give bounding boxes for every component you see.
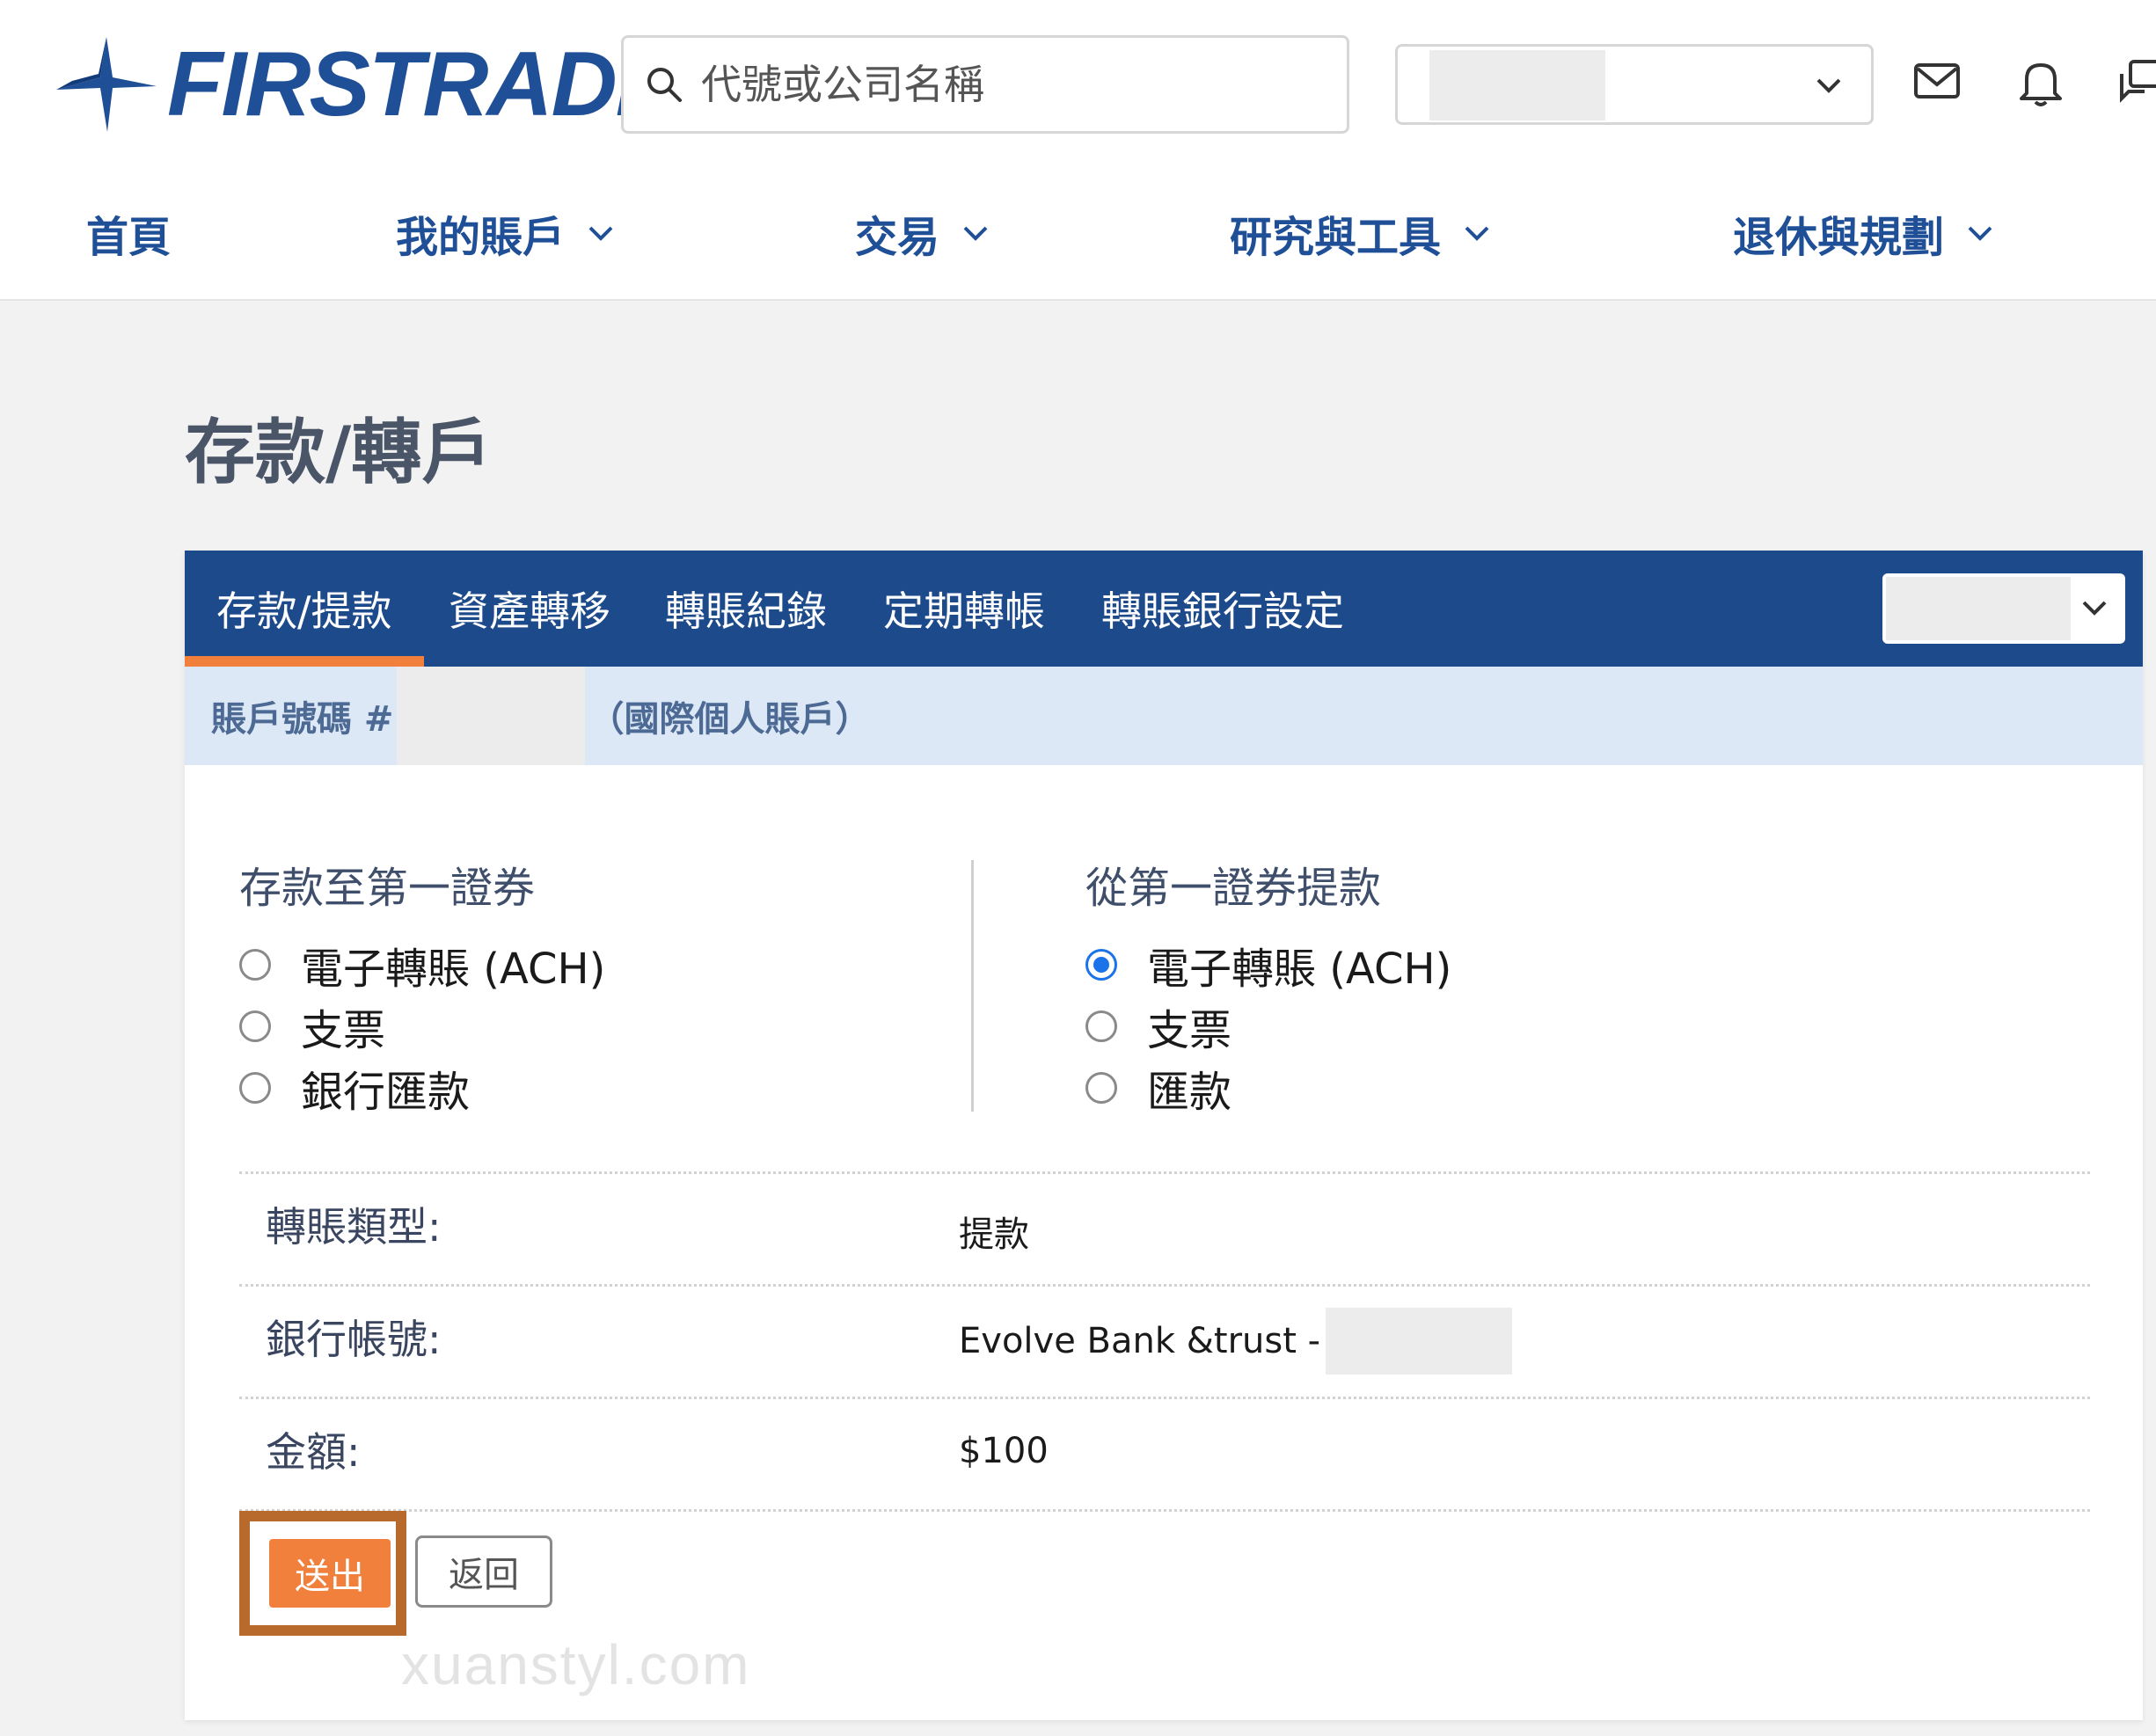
tab-bar: 存款/提款 資產轉移 轉賬紀錄 定期轉帳 轉賬銀行設定 (185, 551, 2143, 667)
chevron-down-icon (1816, 78, 1841, 93)
detail-row-transfer-type: 轉賬類型: 提款 (239, 1171, 2090, 1287)
radio-button[interactable] (239, 949, 271, 981)
tab-label: 資產轉移 (449, 587, 610, 635)
radio-button[interactable] (239, 1010, 271, 1042)
column-divider (971, 860, 974, 1112)
bank-name: Evolve Bank &trust - (959, 1321, 1321, 1361)
detail-row-amount: 金額: $100 (239, 1397, 2090, 1512)
radio-button[interactable] (1085, 1072, 1117, 1104)
nav-item-research-tools[interactable]: 研究與工具 (1230, 202, 1492, 264)
nav-item-home[interactable]: 首頁 (86, 202, 171, 264)
detail-divider (239, 1509, 2090, 1512)
account-select-redacted (1429, 50, 1605, 120)
tab-recurring-transfer[interactable]: 定期轉帳 (883, 551, 1045, 667)
deposit-option-check[interactable]: 支票 (239, 996, 385, 1057)
mail-icon[interactable] (1912, 56, 1962, 106)
radio-label: 匯款 (1147, 1068, 1232, 1117)
deposit-title: 存款至第一證券 (239, 864, 536, 913)
detail-value: Evolve Bank &trust - (959, 1308, 1513, 1375)
deposit-option-wire[interactable]: 銀行匯款 (239, 1057, 470, 1119)
nav-item-my-account[interactable]: 我的賬戶 (396, 202, 616, 264)
search-icon (647, 68, 682, 102)
tab-asset-transfer[interactable]: 資產轉移 (449, 551, 610, 667)
chevron-down-icon (1968, 226, 1992, 241)
transfer-card: 存款/提款 資產轉移 轉賬紀錄 定期轉帳 轉賬銀行設定 賬戶號碼 # （國際個人… (185, 551, 2143, 1720)
bank-account-redacted (1326, 1308, 1513, 1375)
withdraw-option-wire[interactable]: 匯款 (1085, 1057, 1231, 1119)
tab-label: 轉賬紀錄 (665, 587, 827, 635)
nav-item-label: 首頁 (86, 213, 172, 262)
chevron-down-icon (1465, 226, 1489, 241)
account-type: （國際個人賬戶） (588, 699, 871, 740)
chevron-down-icon (2082, 601, 2107, 616)
radio-label: 支票 (301, 1006, 386, 1055)
radio-button[interactable] (239, 1072, 271, 1104)
radio-button-selected[interactable] (1085, 949, 1117, 981)
withdraw-option-check[interactable]: 支票 (1085, 996, 1231, 1057)
detail-value: 提款 (959, 1214, 1029, 1255)
detail-label: 銀行帳號: (266, 1316, 442, 1363)
account-number-strip: 賬戶號碼 # （國際個人賬戶） (185, 667, 2143, 765)
logo-mark-icon (56, 37, 157, 132)
detail-value: $100 (959, 1431, 1049, 1471)
withdraw-option-ach[interactable]: 電子轉賬 (ACH) (1085, 934, 1451, 996)
detail-row-bank-account: 銀行帳號: Evolve Bank &trust - (239, 1284, 2090, 1399)
submit-button[interactable]: 送出 (269, 1539, 391, 1608)
detail-label: 金額: (266, 1428, 361, 1476)
radio-label: 支票 (1147, 1006, 1232, 1055)
account-number-prefix: 賬戶號碼 # (211, 699, 394, 740)
main-nav: 首頁 我的賬戶 交易 研究與工具 退休與規劃 (0, 202, 2156, 273)
nav-item-label: 交易 (855, 213, 940, 262)
account-number-redacted (397, 667, 586, 765)
chevron-down-icon (963, 226, 988, 241)
radio-button[interactable] (1085, 1010, 1117, 1042)
radio-label: 銀行匯款 (301, 1068, 471, 1117)
account-select[interactable] (1395, 44, 1874, 125)
nav-item-label: 我的賬戶 (396, 213, 566, 262)
radio-label: 電子轉賬 (ACH) (1147, 945, 1452, 994)
tab-account-select-redacted (1886, 577, 2071, 640)
firstrade-logo[interactable]: FIRSTRADE (55, 32, 676, 137)
nav-item-label: 退休與規劃 (1733, 213, 1945, 262)
tab-bank-settings[interactable]: 轉賬銀行設定 (1101, 551, 1344, 667)
tab-transfer-history[interactable]: 轉賬紀錄 (665, 551, 827, 667)
logo-text: FIRSTRADE (167, 33, 676, 135)
back-button[interactable]: 返回 (415, 1535, 552, 1608)
radio-label: 電子轉賬 (ACH) (301, 945, 606, 994)
deposit-option-ach[interactable]: 電子轉賬 (ACH) (239, 934, 605, 996)
nav-item-retirement-planning[interactable]: 退休與規劃 (1733, 202, 1995, 264)
page-title: 存款/轉戶 (185, 412, 493, 493)
tab-account-select[interactable] (1882, 573, 2125, 644)
tab-label: 定期轉帳 (883, 587, 1045, 635)
watermark: xuanstyl.com (401, 1633, 751, 1696)
tab-label: 存款/提款 (216, 587, 392, 635)
nav-item-label: 研究與工具 (1230, 213, 1442, 262)
bell-icon[interactable] (2016, 56, 2065, 109)
detail-label: 轉賬類型: (266, 1203, 442, 1251)
chevron-down-icon (588, 226, 613, 241)
top-bar: FIRSTRADE 首頁 我的賬戶 交易 (0, 0, 2156, 301)
search-box[interactable] (621, 35, 1349, 134)
chat-icon[interactable] (2118, 56, 2156, 106)
search-input[interactable] (699, 60, 1319, 109)
nav-item-trade[interactable]: 交易 (855, 202, 990, 264)
withdraw-title: 從第一證券提款 (1085, 864, 1382, 913)
tab-label: 轉賬銀行設定 (1101, 587, 1344, 635)
tab-deposit-withdraw[interactable]: 存款/提款 (185, 551, 424, 667)
